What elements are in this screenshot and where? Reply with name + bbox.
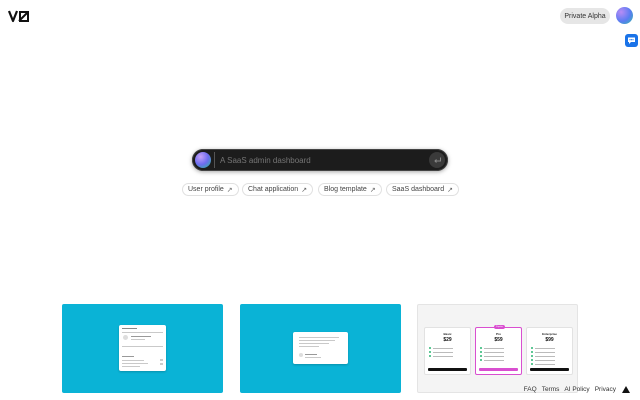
plan-button [479,368,518,371]
prompt-divider [214,152,215,168]
suggestion-saas-dashboard[interactable]: SaaS dashboard ↗ [386,183,460,196]
plan-price: $59 [494,337,503,343]
preview-card-user-profile[interactable] [62,304,223,393]
popular-badge: Popular [494,325,505,329]
plan-price: $99 [545,337,554,343]
plan-button [428,368,467,371]
preview-card-pricing[interactable]: Basic $29 Popular Pro $59 Enterprise $99 [417,304,578,393]
plan-button [530,368,569,371]
suggestion-user-profile[interactable]: User profile ↗ [182,183,239,196]
plan-name: Enterprise [542,332,557,336]
suggestion-blog-template[interactable]: Blog template ↗ [318,183,382,196]
suggestion-label: SaaS dashboard [392,186,445,193]
pricing-plan-enterprise: Enterprise $99 [526,327,573,375]
chat-extension-icon[interactable] [625,34,638,47]
plan-name: Basic [443,332,452,336]
suggestion-chat-application[interactable]: Chat application ↗ [242,183,314,196]
prompt-input[interactable] [220,153,420,167]
arrow-up-right-icon: ↗ [447,186,454,194]
user-avatar[interactable] [616,7,633,24]
pricing-plan-basic: Basic $29 [424,327,471,375]
plan-name: Pro [495,332,501,336]
suggestion-label: Chat application [248,186,299,193]
suggestion-label: User profile [188,186,224,193]
footer-link-privacy[interactable]: Privacy [595,386,616,393]
footer-link-terms[interactable]: Terms [542,386,560,393]
plan-price: $29 [443,337,452,343]
submit-button[interactable] [429,152,445,168]
generate-orb-icon[interactable] [195,152,211,168]
preview-card-chat-application[interactable] [240,304,401,393]
arrow-up-right-icon: ↗ [226,186,233,194]
prompt-bar [192,149,448,171]
private-alpha-button[interactable]: Private Alpha [560,8,610,24]
v0-logo[interactable] [8,9,30,23]
arrow-up-right-icon: ↗ [369,186,376,194]
arrow-up-right-icon: ↗ [301,186,308,194]
preview-thumbnail [119,325,166,371]
footer-link-faq[interactable]: FAQ [524,386,537,393]
enter-icon [433,157,441,163]
suggestion-list: User profile ↗ Chat application ↗ Blog tem… [180,183,460,196]
vercel-triangle-icon[interactable] [622,385,630,393]
preview-thumbnail [293,332,348,364]
pricing-plan-pro: Popular Pro $59 [475,325,522,375]
suggestion-label: Blog template [324,186,367,193]
footer-link-ai-policy[interactable]: AI Policy [564,386,589,393]
footer-links: FAQ Terms AI Policy Privacy [519,384,630,394]
